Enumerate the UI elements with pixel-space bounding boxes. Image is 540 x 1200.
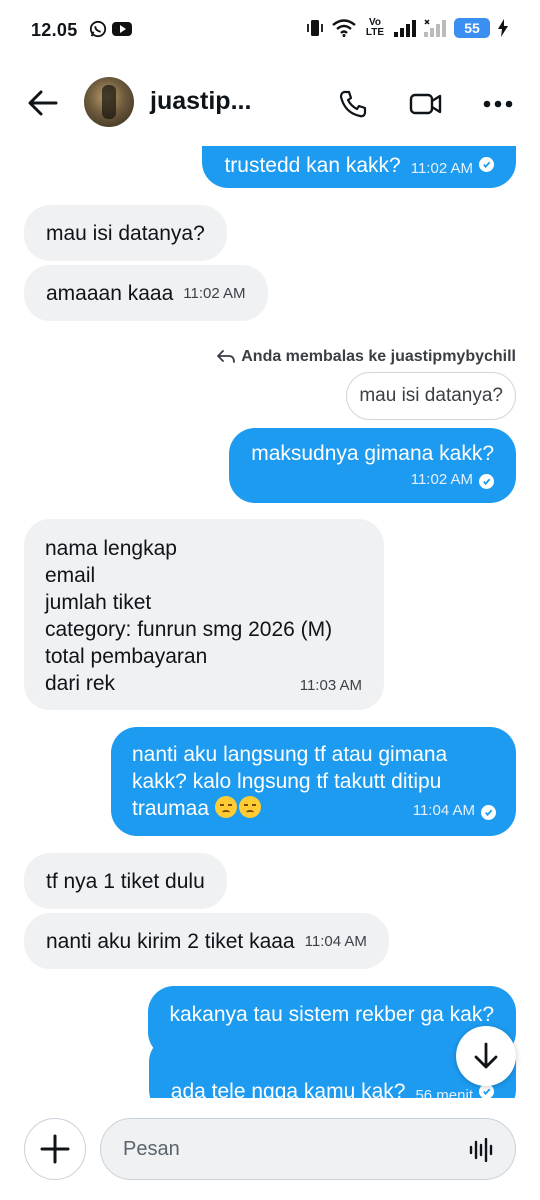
- message-time: 56 menit: [415, 1087, 473, 1098]
- add-attachment-button[interactable]: [24, 1118, 86, 1180]
- more-options-button[interactable]: [476, 82, 520, 126]
- avatar[interactable]: [84, 77, 134, 127]
- read-check-icon: [479, 1084, 494, 1098]
- read-check-icon: [481, 805, 496, 820]
- message-text: amaaan kaaa: [46, 281, 174, 305]
- quoted-message[interactable]: mau isi datanya?: [346, 372, 516, 420]
- scroll-to-bottom-button[interactable]: [456, 1026, 516, 1086]
- message-input[interactable]: Pesan: [100, 1118, 516, 1180]
- whatsapp-icon: [89, 20, 107, 38]
- vibrate-icon: [307, 20, 323, 36]
- message-line: kakk? kalo lngsung tf takutt ditipu: [132, 770, 442, 793]
- message-line: total pembayaran: [45, 645, 208, 668]
- message-text: tf nya 1 tiket dulu: [46, 869, 205, 893]
- message-input-placeholder: Pesan: [123, 1137, 180, 1160]
- signal-weak-icon: [424, 19, 446, 37]
- message-text: mau isi datanya?: [46, 221, 205, 245]
- voice-message-button[interactable]: [469, 1137, 495, 1163]
- message-composer: Pesan: [0, 1098, 540, 1200]
- message-time: 11:02 AM: [183, 284, 246, 302]
- message-time: 11:02 AM: [410, 471, 473, 488]
- reply-context-label: Anda membalas ke juastipmybychill: [217, 348, 516, 366]
- message-text: maksudnya gimana kakk?: [251, 442, 494, 465]
- back-button[interactable]: [24, 84, 62, 122]
- reply-arrow-icon: [217, 350, 236, 363]
- wifi-icon: [332, 19, 356, 37]
- arrow-down-icon: [474, 1042, 498, 1069]
- system-icons: Vo LTE 55: [306, 18, 508, 38]
- message-text: nanti aku kirim 2 tiket kaaa: [46, 929, 295, 953]
- volte-label: Vo LTE: [365, 17, 385, 38]
- message-bubble-received[interactable]: nama lengkap email jumlah tiket category…: [24, 519, 384, 710]
- message-line: dari rek: [45, 672, 116, 695]
- charging-icon: [498, 19, 508, 37]
- message-line: jumlah tiket: [45, 591, 152, 614]
- phone-icon: [339, 90, 367, 118]
- video-call-button[interactable]: [404, 82, 448, 126]
- message-bubble-received[interactable]: tf nya 1 tiket dulu: [24, 853, 227, 909]
- more-horizontal-icon: [483, 100, 513, 108]
- audio-waveform-icon: [469, 1138, 493, 1162]
- video-camera-icon: [409, 93, 442, 115]
- chat-header: juastip...: [0, 62, 540, 146]
- message-line: email: [45, 564, 96, 587]
- message-time: 11:04 AM: [412, 802, 475, 819]
- message-bubble-sent[interactable]: trustedd kan kakk? 11:02 AM: [202, 146, 516, 188]
- status-bar: 12.05 Vo LTE 55: [0, 0, 540, 62]
- pensive-face-icon: [214, 796, 237, 818]
- message-bubble-sent[interactable]: maksudnya gimana kakk? 11:02 AM: [229, 428, 516, 503]
- pensive-face-icon: [238, 796, 261, 818]
- message-list[interactable]: trustedd kan kakk? 11:02 AM mau isi data…: [0, 146, 540, 1098]
- read-check-icon: [479, 157, 494, 172]
- message-bubble-sent[interactable]: nanti aku langsung tf atau gimana kakk? …: [111, 727, 516, 836]
- message-time: 11:03 AM: [299, 677, 362, 694]
- message-bubble-received[interactable]: nanti aku kirim 2 tiket kaaa 11:04 AM: [24, 913, 389, 969]
- message-text: trustedd kan kakk?: [224, 154, 401, 177]
- voice-call-button[interactable]: [331, 82, 375, 126]
- message-line: traumaa: [132, 797, 210, 820]
- signal-icon: [394, 20, 416, 37]
- message-line: nama lengkap: [45, 537, 177, 560]
- plus-icon: [40, 1134, 70, 1164]
- read-check-icon: [479, 474, 494, 489]
- message-line: nanti aku langsung tf atau gimana: [132, 743, 448, 766]
- notification-icons: [89, 20, 132, 38]
- arrow-left-icon: [28, 90, 58, 116]
- battery-level: 55: [454, 18, 490, 38]
- message-time: 11:04 AM: [304, 932, 367, 950]
- message-time: 11:02 AM: [410, 160, 473, 177]
- youtube-icon: [112, 22, 132, 36]
- reply-label-text: Anda membalas ke juastipmybychill: [241, 348, 516, 365]
- status-time: 12.05: [31, 20, 78, 40]
- message-text: ada tele ngga kamu kak?: [170, 1080, 406, 1098]
- message-text: kakanya tau sistem rekber ga kak?: [169, 1002, 495, 1026]
- chat-title[interactable]: juastip...: [150, 87, 251, 116]
- message-bubble-received[interactable]: mau isi datanya?: [24, 205, 227, 261]
- message-bubble-received[interactable]: amaaan kaaa 11:02 AM: [24, 265, 268, 321]
- message-line: category: funrun smg 2026 (M): [45, 618, 333, 641]
